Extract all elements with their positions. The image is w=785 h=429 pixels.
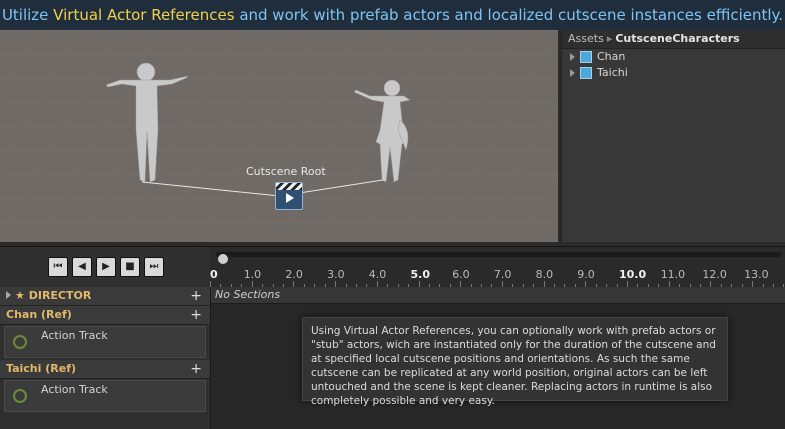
- ruler-tick-label: 13.0: [744, 268, 769, 281]
- scrubber-track[interactable]: [216, 252, 781, 264]
- asset-item-chan[interactable]: Chan: [562, 49, 785, 65]
- playback-controls: ⏮ ◀ ▶ ■ ⏭: [0, 247, 210, 287]
- cutscene-root-label: Cutscene Root: [246, 165, 326, 178]
- ruler-tick-label: 2.0: [285, 268, 303, 281]
- asset-item-label: Chan: [597, 50, 626, 63]
- info-tooltip: Using Virtual Actor References, you can …: [302, 317, 728, 407]
- banner-highlight: Virtual Actor References: [53, 6, 235, 24]
- title-banner: Utilize Virtual Actor References and wor…: [0, 0, 785, 30]
- actor-group-taichi[interactable]: Taichi (Ref) +: [0, 360, 210, 379]
- track-enable-icon[interactable]: [13, 389, 27, 403]
- skip-end-icon[interactable]: ⏭: [144, 257, 164, 277]
- asset-item-label: Taichi: [597, 66, 628, 79]
- step-back-icon[interactable]: ◀: [72, 257, 92, 277]
- breadcrumb-separator-icon: ▸: [606, 32, 613, 45]
- banner-post: and work with prefab actors and localize…: [234, 6, 784, 24]
- ruler-tick-label: 6.0: [452, 268, 470, 281]
- action-track-row[interactable]: Action Track: [4, 326, 206, 358]
- asset-item-taichi[interactable]: Taichi: [562, 65, 785, 81]
- banner-pre: Utilize: [1, 6, 54, 24]
- ruler-tick-label: 10.0: [619, 268, 647, 281]
- play-icon[interactable]: ▶: [96, 257, 116, 277]
- ruler-tick-label: 4.0: [368, 268, 387, 281]
- ruler-tick-label: 1.0: [243, 268, 262, 281]
- ruler-tick-label: 3.0: [327, 268, 345, 281]
- ruler-tick-label: 7.0: [493, 268, 512, 281]
- director-group[interactable]: ★ DIRECTOR +: [0, 287, 210, 306]
- prefab-cube-icon: [580, 67, 592, 79]
- no-sections-label: No Sections: [211, 287, 785, 304]
- action-track-label: Action Track: [41, 383, 108, 396]
- expand-arrow-icon[interactable]: [570, 53, 575, 61]
- expand-arrow-icon[interactable]: [570, 69, 575, 77]
- breadcrumb-assets[interactable]: Assets: [568, 32, 604, 45]
- prefab-cube-icon: [580, 51, 592, 63]
- expand-arrow-icon[interactable]: [6, 291, 11, 299]
- star-icon: ★: [15, 289, 25, 302]
- actor-group-label: Taichi (Ref): [6, 362, 77, 375]
- action-track-row[interactable]: Action Track: [4, 380, 206, 412]
- add-track-button[interactable]: +: [190, 287, 202, 305]
- add-track-button[interactable]: +: [190, 306, 202, 324]
- stop-icon[interactable]: ■: [120, 257, 140, 277]
- action-track-label: Action Track: [41, 329, 108, 342]
- actor-group-chan[interactable]: Chan (Ref) +: [0, 306, 210, 325]
- add-track-button[interactable]: +: [190, 360, 202, 378]
- scrubber-handle[interactable]: [218, 254, 228, 264]
- ruler-tick-label: 5.0: [410, 268, 431, 281]
- project-panel: Assets ▸ CutsceneCharacters Chan Taichi: [561, 30, 785, 242]
- scene-view[interactable]: Cutscene Root: [0, 30, 558, 242]
- time-ruler[interactable]: 0 1.0 2.0 3.0 4.0 5.0 6.0 7.0 8.0 9.0 10.0 11.0 12.0…: [210, 247, 785, 287]
- clapperboard-icon[interactable]: [275, 182, 303, 210]
- actor-group-label: Chan (Ref): [6, 308, 72, 321]
- ruler-tick-label: 12.0: [702, 268, 727, 281]
- scene-grid: [0, 30, 558, 242]
- ruler-tick-label: 9.0: [577, 268, 595, 281]
- ruler-tick-label: 8.0: [535, 268, 554, 281]
- track-enable-icon[interactable]: [13, 335, 27, 349]
- breadcrumb: Assets ▸ CutsceneCharacters: [562, 30, 785, 49]
- ruler-tick-label: 11.0: [660, 268, 686, 281]
- track-list: ★ DIRECTOR + Chan (Ref) + Action Track Tai…: [0, 287, 210, 429]
- ruler-tick-label: 0: [210, 268, 218, 281]
- skip-start-icon[interactable]: ⏮: [48, 257, 68, 277]
- breadcrumb-current[interactable]: CutsceneCharacters: [615, 32, 739, 45]
- director-label: DIRECTOR: [28, 289, 92, 302]
